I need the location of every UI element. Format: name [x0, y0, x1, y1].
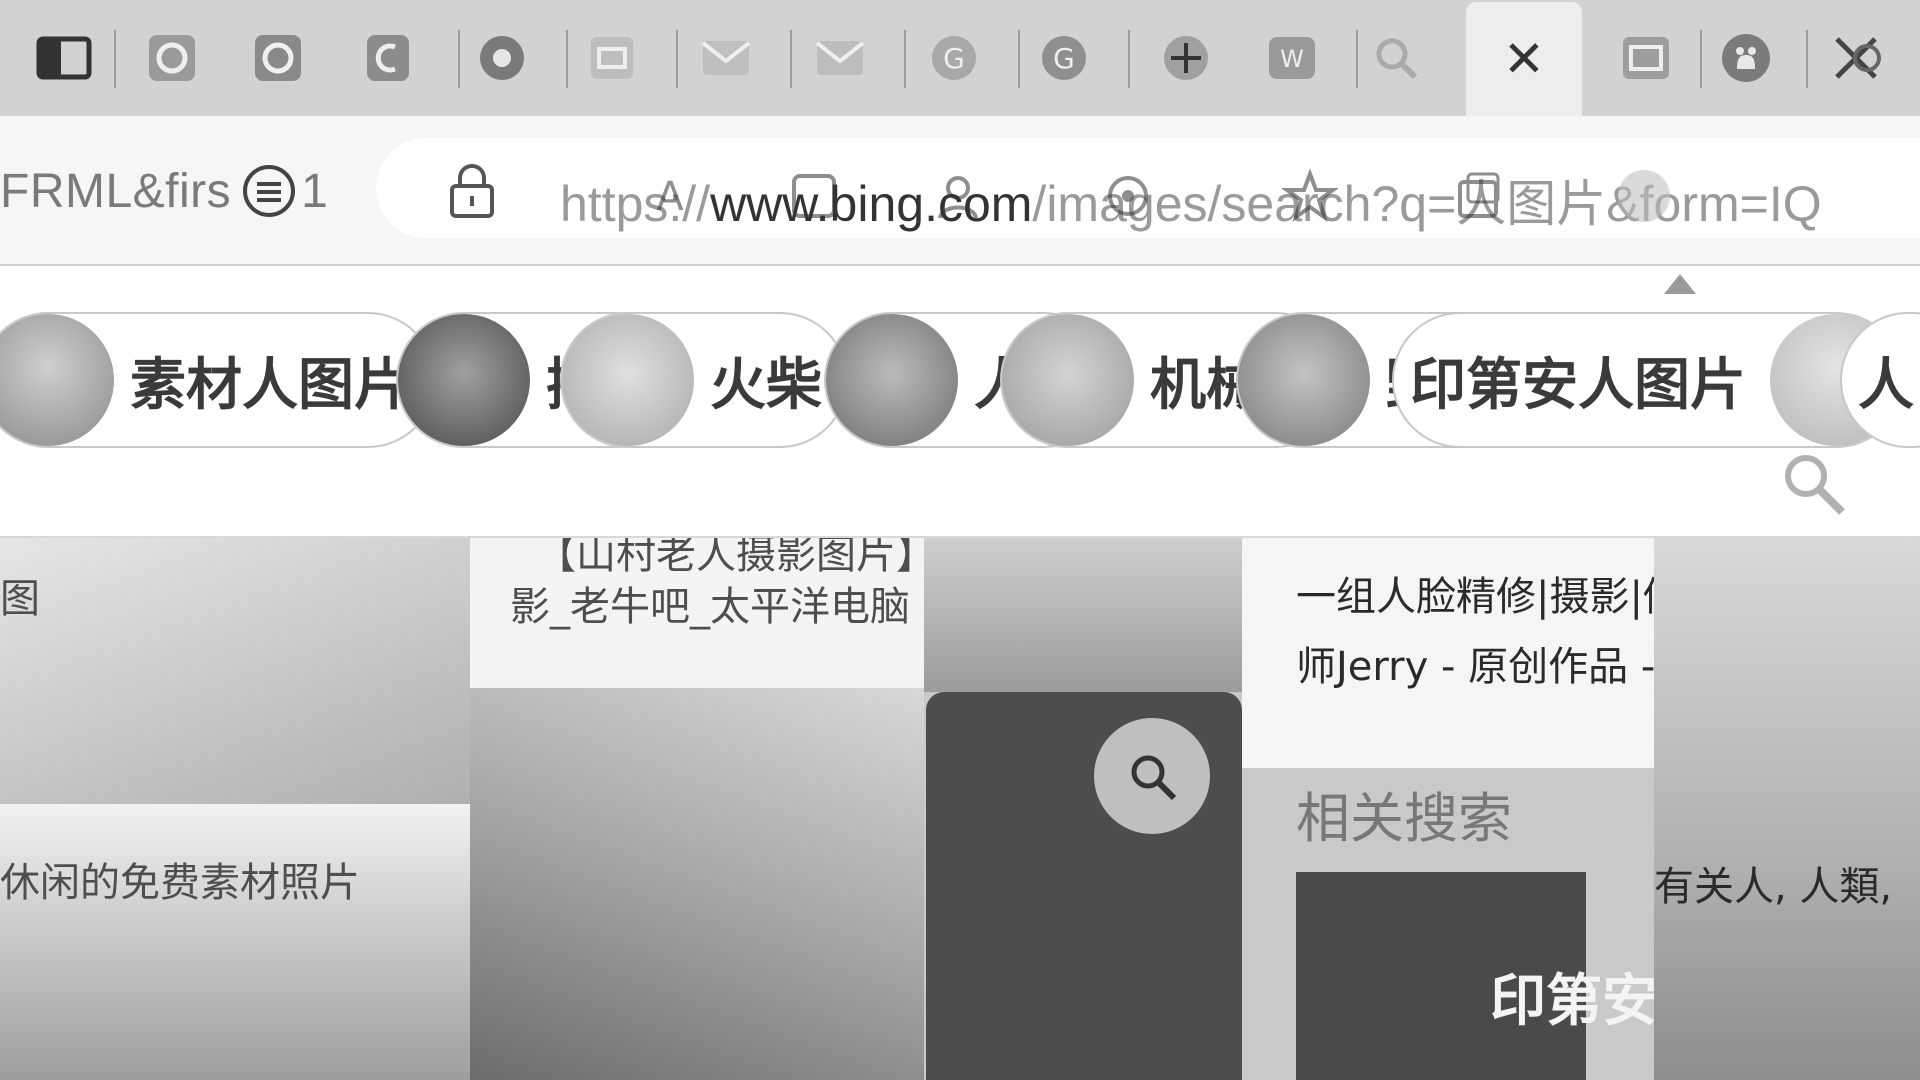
photo-icon: G: [1035, 29, 1093, 87]
chip-label: 印第安人图片: [1410, 352, 1746, 418]
image-results-grid: 图 休闲的免费素材照片 【山村老人摄影图片】公园纪实摄 影_老牛吧_太平洋电脑 …: [0, 538, 1920, 1080]
reading-view-icon[interactable]: [240, 162, 298, 220]
visual-search-badge[interactable]: [1094, 718, 1210, 834]
image-result-tile[interactable]: [0, 804, 470, 1080]
close-icon[interactable]: ✕: [1503, 34, 1545, 84]
extensions-icon[interactable]: [1100, 168, 1156, 224]
tab-separator: [676, 30, 678, 88]
browser-tab[interactable]: W: [1246, 6, 1338, 110]
favorite-star-icon[interactable]: [1280, 168, 1340, 224]
browser-tab[interactable]: [126, 6, 218, 110]
scroll-up-arrow-icon[interactable]: [1664, 274, 1696, 294]
document-icon: [1617, 29, 1675, 87]
lock-icon[interactable]: [448, 164, 496, 220]
translate-icon[interactable]: [786, 168, 842, 224]
browser-tab[interactable]: [680, 6, 772, 110]
bird-icon: [583, 29, 641, 87]
tab-separator: [904, 30, 906, 88]
chip-火柴[interactable]: 火柴: [560, 312, 848, 448]
search-icon[interactable]: [1778, 448, 1848, 518]
browser-tab[interactable]: [794, 6, 886, 110]
chip-thumbnail: [562, 314, 694, 446]
bing-icon: [359, 29, 417, 87]
image-result-tile[interactable]: [924, 538, 1296, 692]
chrome-icon: [473, 29, 531, 87]
tab-strip: G G W ✕: [0, 0, 1920, 116]
browser-tab[interactable]: G: [1018, 6, 1110, 110]
related-searches-heading: 相关搜索: [1296, 787, 1512, 850]
browser-tab[interactable]: G: [908, 6, 1000, 110]
chat-icon: [143, 29, 201, 87]
browser-tab[interactable]: [1140, 6, 1232, 110]
related-chip-row: 素材人图片 插图 火柴 人像 机械人 野人 印第安人图片 人: [0, 268, 1920, 538]
browser-tab[interactable]: [18, 6, 110, 110]
chip-thumbnail: [398, 314, 530, 446]
svg-text:W: W: [1280, 45, 1304, 73]
image-caption[interactable]: 休闲的免费素材照片: [0, 850, 360, 908]
chip-thumbnail: [1238, 314, 1370, 446]
github-icon: [1717, 29, 1775, 87]
edge-icon: [249, 29, 307, 87]
chip-label: 人: [1858, 352, 1914, 418]
image-caption[interactable]: 图: [0, 566, 40, 624]
read-aloud-icon[interactable]: A: [642, 168, 698, 224]
chip-label: 素材人图片: [130, 352, 410, 418]
profile-avatar-icon[interactable]: [1616, 168, 1672, 224]
chip-thumbnail: [0, 314, 114, 446]
tab-separator: [1806, 30, 1808, 88]
mail-icon: [697, 29, 755, 87]
image-caption[interactable]: 有关人, 人類,: [1654, 854, 1892, 912]
active-tab[interactable]: ✕: [1466, 2, 1582, 116]
chip-thumbnail: [826, 314, 958, 446]
image-caption[interactable]: 影_老牛吧_太平洋电脑 ...: [510, 574, 961, 632]
user-icon[interactable]: [930, 168, 986, 224]
plus-icon: [1157, 29, 1215, 87]
browser-tab[interactable]: [566, 6, 658, 110]
image-result-tile[interactable]: [470, 688, 924, 1080]
photo-icon: G: [925, 29, 983, 87]
image-result-tile[interactable]: [1654, 538, 1920, 1080]
collections-icon[interactable]: [1450, 168, 1506, 224]
chip-素材人图片[interactable]: 素材人图片: [0, 312, 436, 448]
browser-tab[interactable]: [232, 6, 324, 110]
browser-tab[interactable]: [1700, 6, 1792, 110]
browser-tab[interactable]: [1350, 6, 1442, 110]
copilot-icon: [1827, 29, 1885, 87]
svg-text:A: A: [656, 174, 684, 220]
chip-印第安人图片[interactable]: 印第安人图片: [1392, 312, 1904, 448]
browser-tab[interactable]: [456, 6, 548, 110]
browser-tab[interactable]: [1600, 6, 1692, 110]
tab-separator: [790, 30, 792, 88]
browser-toolbar: FRML&firs 1 https://www.bing.com/images/s…: [0, 116, 1920, 266]
grid-icon: W: [1263, 29, 1321, 87]
tab-separator: [114, 30, 116, 88]
svg-text:G: G: [1053, 42, 1075, 75]
tab-separator: [1128, 30, 1130, 88]
browser-tab[interactable]: [1810, 6, 1902, 110]
mail-icon: [811, 29, 869, 87]
browser-tab[interactable]: [342, 6, 434, 110]
svg-text:G: G: [943, 42, 965, 75]
search-icon: [1367, 29, 1425, 87]
cross-icon: [35, 29, 93, 87]
chip-thumbnail: [1002, 314, 1134, 446]
